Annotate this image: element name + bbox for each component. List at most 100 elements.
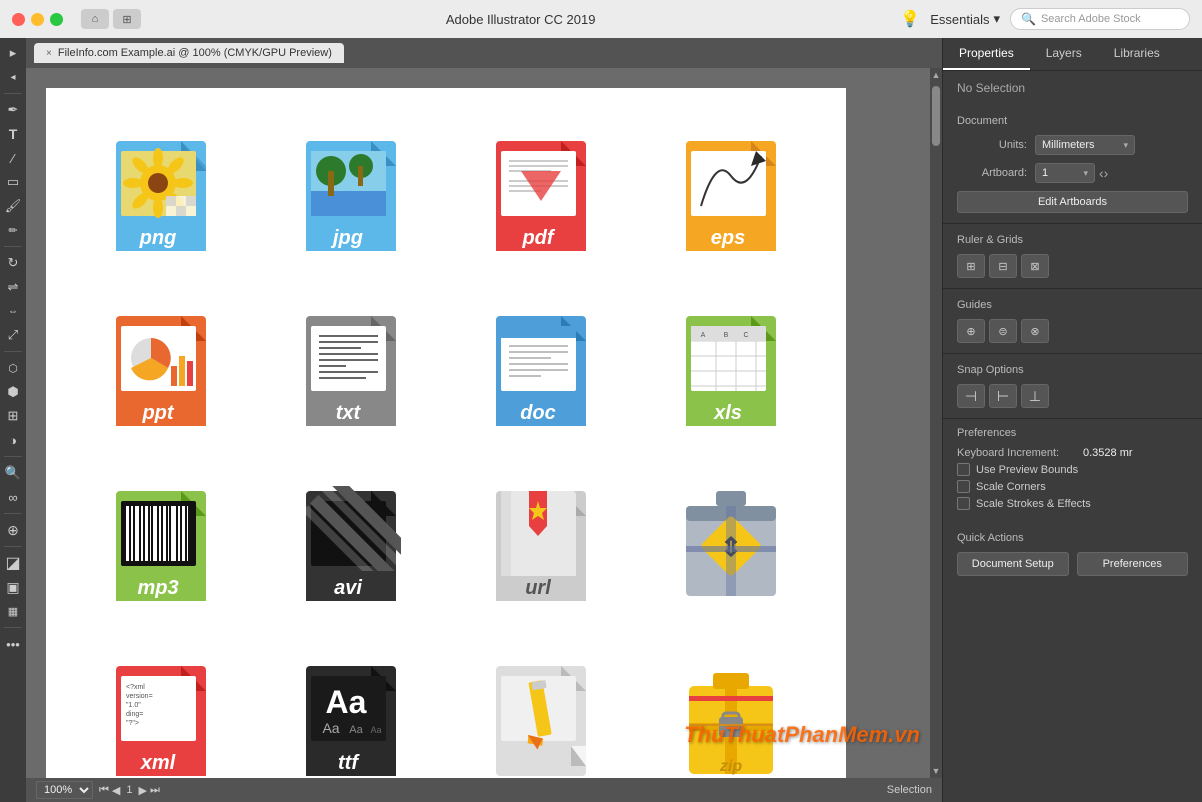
svg-text:Aa: Aa: [370, 725, 381, 735]
canvas-wrapper[interactable]: png: [26, 68, 930, 778]
artboard-next-icon[interactable]: ›: [1104, 165, 1109, 181]
add-guide-btn[interactable]: ⊕: [957, 319, 985, 343]
shape-builder-tool[interactable]: ⬡: [2, 357, 24, 379]
grid-pixel-btn[interactable]: ⊠: [1021, 254, 1049, 278]
zoom-tool[interactable]: ⊕: [2, 519, 24, 541]
fill-stroke[interactable]: ◪: [2, 552, 24, 574]
svg-text:B: B: [724, 332, 729, 339]
pen-tool[interactable]: ✒: [2, 99, 24, 121]
scroll-down-arrow[interactable]: ▼: [932, 766, 941, 776]
traffic-lights: [12, 13, 63, 26]
grid-view-icon[interactable]: ⊞: [113, 9, 141, 29]
ruler-grids-title: Ruler & Grids: [957, 234, 1188, 246]
clear-guide-btn[interactable]: ⊗: [1021, 319, 1049, 343]
status-left: 100% ⏮ ◀ 1 ▶ ⏭: [36, 781, 160, 799]
last-artboard-button[interactable]: ⏭: [150, 784, 160, 797]
essentials-chevron-icon: ▾: [993, 11, 1000, 27]
xls-file-icon: A B C xls: [681, 311, 781, 431]
snap-grid-btn[interactable]: ⊢: [989, 384, 1017, 408]
svg-text:version=: version=: [126, 693, 153, 700]
rectangle-tool[interactable]: ▭: [2, 171, 24, 193]
ttf-file-icon: Aa Aa Aa Aa ttf: [301, 661, 401, 779]
scale-corners-row: Scale Corners: [957, 480, 1188, 493]
units-select[interactable]: Millimeters ▾: [1035, 135, 1135, 155]
svg-text:ppt: ppt: [141, 402, 174, 424]
tab-properties[interactable]: Properties: [943, 38, 1030, 70]
draw-mode[interactable]: ▣: [2, 576, 24, 598]
lock-guide-btn[interactable]: ⊜: [989, 319, 1017, 343]
tab-close-button[interactable]: ×: [46, 48, 52, 59]
tab-layers[interactable]: Layers: [1030, 38, 1098, 70]
artboard-number: 1: [126, 784, 132, 796]
type-tool[interactable]: T: [2, 123, 24, 145]
direct-selection-tool[interactable]: ◂: [2, 66, 24, 88]
zoom-select[interactable]: 100%: [36, 781, 93, 799]
next-artboard-button[interactable]: ▶: [139, 784, 147, 797]
first-artboard-button[interactable]: ⏮: [99, 784, 109, 797]
artboard-select[interactable]: 1 ▾: [1035, 163, 1095, 183]
eyedropper-tool[interactable]: 🔍: [2, 462, 24, 484]
list-item: eps: [636, 108, 826, 283]
stock-search-box[interactable]: 🔍 Search Adobe Stock: [1010, 8, 1190, 30]
home-icon[interactable]: ⌂: [81, 9, 109, 29]
xml-file-icon: <?xml version= "1.0" ding= "?"> xml: [111, 661, 211, 779]
use-preview-bounds-row: Use Preview Bounds: [957, 463, 1188, 476]
list-item: A B C xls: [636, 283, 826, 458]
scroll-up-arrow[interactable]: ▲: [932, 70, 941, 80]
list-item: Aa Aa Aa Aa ttf: [256, 633, 446, 778]
pencil-tool[interactable]: ✏: [2, 219, 24, 241]
maximize-window-button[interactable]: [50, 13, 63, 26]
scale-strokes-checkbox[interactable]: [957, 497, 970, 510]
prev-artboard-button[interactable]: ◀: [112, 784, 120, 797]
document-area: × FileInfo.com Example.ai @ 100% (CMYK/G…: [26, 38, 942, 802]
preferences-button[interactable]: Preferences: [1077, 552, 1189, 576]
close-window-button[interactable]: [12, 13, 25, 26]
scale-strokes-label: Scale Strokes & Effects: [976, 498, 1091, 510]
perspective-tool[interactable]: ⬢: [2, 381, 24, 403]
svg-text:png: png: [139, 227, 177, 249]
jpg-file-icon: jpg: [301, 136, 401, 256]
blend-tool[interactable]: ∞: [2, 486, 24, 508]
minimize-window-button[interactable]: [31, 13, 44, 26]
svg-text:pdf: pdf: [521, 227, 555, 249]
line-tool[interactable]: ∕: [2, 147, 24, 169]
gradient-tool[interactable]: ◑: [2, 429, 24, 451]
screen-mode[interactable]: ▦: [2, 600, 24, 622]
tool-separator: [4, 93, 22, 94]
mirror-tool[interactable]: ⇌: [2, 276, 24, 298]
vertical-scrollbar[interactable]: ▲ ▼: [930, 68, 942, 778]
selection-tool[interactable]: ▸: [2, 42, 24, 64]
list-item: zip: [636, 633, 826, 778]
essentials-button[interactable]: Essentials ▾: [930, 11, 1000, 27]
svg-text:avi: avi: [334, 577, 362, 599]
zip-yellow-file-icon: zip: [681, 661, 781, 779]
scroll-thumb[interactable]: [932, 86, 940, 146]
use-preview-bounds-label: Use Preview Bounds: [976, 464, 1078, 476]
snap-pixel-btn[interactable]: ⊥: [1021, 384, 1049, 408]
svg-text:doc: doc: [520, 402, 556, 424]
rotate-tool[interactable]: ↻: [2, 252, 24, 274]
list-item: txt: [256, 283, 446, 458]
tab-libraries[interactable]: Libraries: [1098, 38, 1176, 70]
more-tools[interactable]: •••: [2, 633, 24, 655]
lightbulb-icon[interactable]: 💡: [900, 9, 920, 29]
document-setup-button[interactable]: Document Setup: [957, 552, 1069, 576]
ruler-icon-btn[interactable]: ⊞: [957, 254, 985, 278]
grid-icon-btn[interactable]: ⊟: [989, 254, 1017, 278]
svg-text:Aa: Aa: [326, 684, 367, 720]
use-preview-bounds-checkbox[interactable]: [957, 463, 970, 476]
paintbrush-tool[interactable]: 🖌: [2, 195, 24, 217]
width-tool[interactable]: ⇔: [2, 300, 24, 322]
free-transform-tool[interactable]: ⤢: [2, 324, 24, 346]
document-tab[interactable]: × FileInfo.com Example.ai @ 100% (CMYK/G…: [34, 43, 344, 63]
scale-corners-checkbox[interactable]: [957, 480, 970, 493]
snap-point-btn[interactable]: ⊣: [957, 384, 985, 408]
edit-artboards-button[interactable]: Edit Artboards: [957, 191, 1188, 213]
search-icon: 🔍: [1021, 12, 1036, 26]
tool-separator-5: [4, 513, 22, 514]
nav-arrows-2: ▶ ⏭: [139, 784, 160, 797]
eps-file-icon: eps: [681, 136, 781, 256]
mesh-tool[interactable]: ⊞: [2, 405, 24, 427]
snap-icons: ⊣ ⊢ ⊥: [957, 384, 1188, 408]
svg-text:mp3: mp3: [137, 577, 178, 599]
